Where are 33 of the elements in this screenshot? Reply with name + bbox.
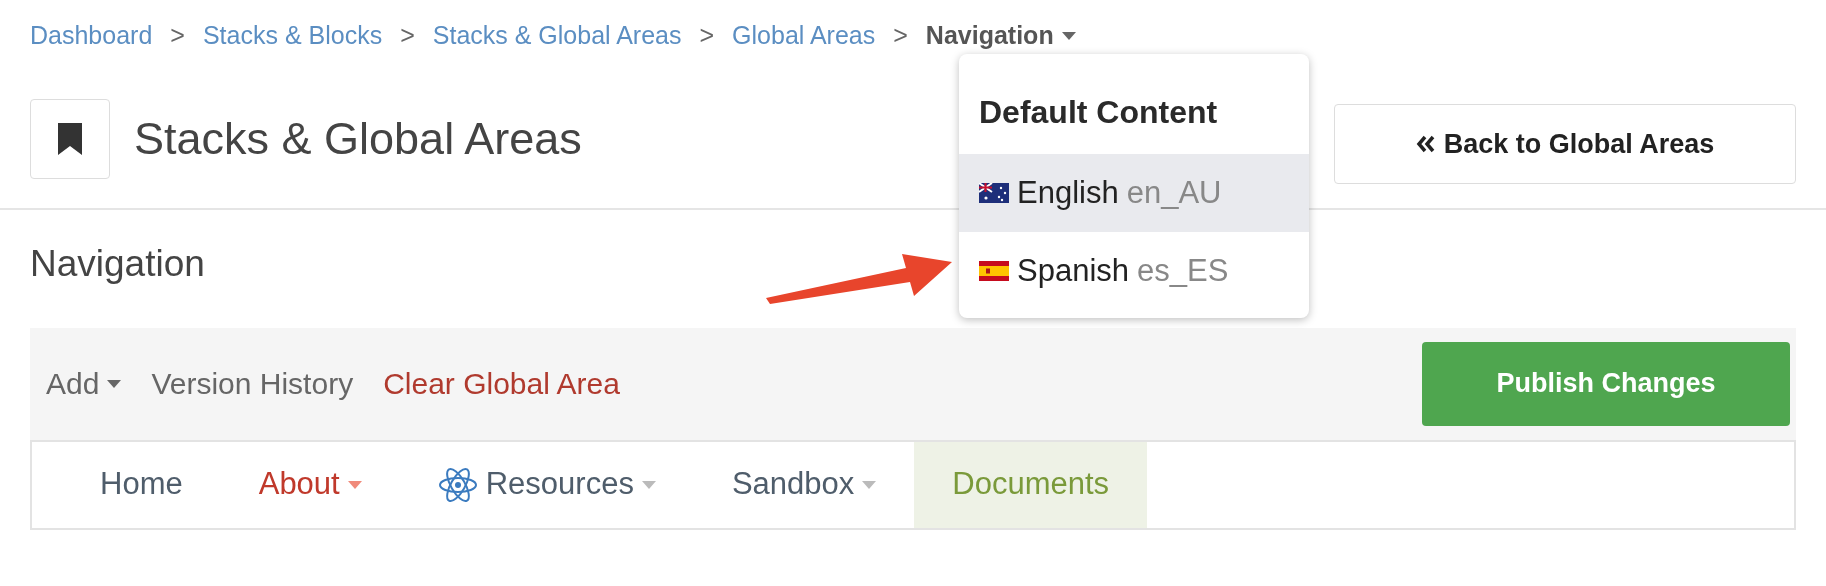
nav-item[interactable]: Home — [62, 441, 221, 528]
language-option[interactable]: English en_AU — [959, 154, 1309, 232]
publish-button[interactable]: Publish Changes — [1422, 341, 1790, 426]
caret-icon — [1061, 32, 1076, 40]
breadcrumb-separator: > — [699, 20, 715, 52]
breadcrumb-link[interactable]: Stacks & Blocks — [202, 17, 383, 55]
version-history-link[interactable]: Version History — [151, 361, 354, 406]
spain-flag-icon — [979, 261, 1009, 281]
page-title: Stacks & Global Areas — [134, 112, 582, 167]
nav-item[interactable]: Sandbox — [693, 441, 915, 528]
section-title: Navigation — [30, 242, 205, 286]
language-option[interactable]: Spanish es_ES — [959, 232, 1309, 310]
breadcrumb-link[interactable]: Dashboard — [30, 17, 153, 55]
bookmark-icon — [58, 123, 82, 155]
nav-item[interactable]: About — [220, 441, 400, 528]
caret-icon — [641, 480, 656, 489]
caret-icon — [862, 480, 877, 489]
australia-flag-icon — [979, 183, 1009, 203]
nav-item[interactable]: Documents — [914, 441, 1148, 528]
breadcrumb-separator: > — [400, 20, 415, 52]
add-dropdown[interactable]: Add — [46, 361, 122, 406]
breadcrumb-dropdown[interactable]: Navigation — [925, 17, 1076, 55]
caret-icon — [107, 379, 122, 388]
menu-heading: Default Content — [978, 93, 1219, 132]
breadcrumb-link[interactable]: Stacks & Global Areas — [432, 17, 682, 55]
back-button[interactable]: Back to Global Areas — [1334, 104, 1796, 184]
nav-item[interactable]: Resources — [399, 441, 694, 528]
clear-global-area-link[interactable]: Clear Global Area — [383, 361, 620, 406]
caret-icon — [347, 480, 362, 489]
breadcrumb-separator: > — [893, 20, 908, 52]
breadcrumb-link[interactable]: Global Areas — [732, 17, 876, 55]
double-chevron-left-icon — [1415, 135, 1436, 153]
breadcrumb-separator: > — [170, 20, 185, 52]
